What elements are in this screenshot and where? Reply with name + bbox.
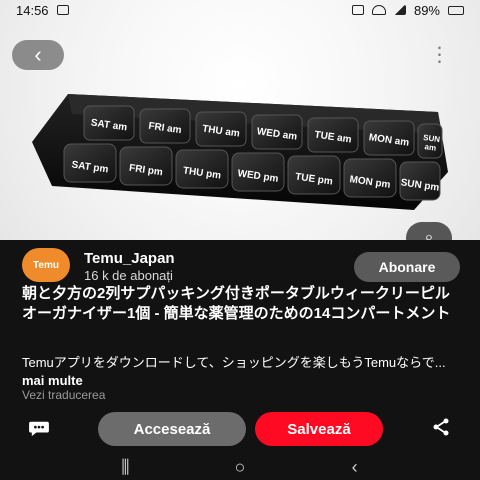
lens-search-icon: ⌕ (424, 229, 434, 240)
brand-name: Temu_Japan (84, 250, 175, 267)
avatar-brand: Temu (33, 259, 59, 271)
description-text: Temuアプリをダウンロードして、ショッピングを楽しもうTemuならで... (22, 355, 446, 370)
action-bar: Accesează Salvează (0, 408, 480, 448)
back-button[interactable]: ‹ (12, 40, 64, 70)
pill-label: SUN pm (399, 176, 441, 194)
pill-label: THU pm (182, 164, 222, 182)
access-button[interactable]: Accesează (98, 412, 246, 446)
pill-label: WED pm (236, 167, 280, 185)
pill-label: MON am (368, 131, 410, 149)
battery-icon (448, 5, 464, 15)
post-description: Temuアプリをダウンロードして、ショッピングを楽しもうTemuならで... m… (22, 354, 458, 390)
home-icon[interactable]: ○ (230, 457, 250, 477)
pill-label: FRI am (147, 120, 183, 136)
signal-icon (393, 5, 406, 15)
share-icon[interactable] (430, 416, 452, 438)
status-time: 14:56 (16, 2, 49, 18)
back-nav-icon[interactable]: ‹ (345, 457, 365, 477)
chat-bubble-icon[interactable] (27, 418, 51, 438)
post-title: 朝と夕方の2列サプパッキング付きポータブルウィークリーピルオーガナイザー1個 -… (22, 285, 451, 322)
battery-percent: 89% (413, 2, 440, 18)
product-image: SAT am FRI am THU am WED am TUE am MON a… (0, 0, 480, 240)
save-button[interactable]: Salvează (255, 412, 383, 446)
pill-label: FRI pm (128, 162, 164, 178)
wifi-icon (371, 5, 386, 15)
post-content: Temu Temu_Japan 16 k de abonați Abonare … (0, 240, 480, 480)
avatar[interactable]: Temu (22, 248, 70, 282)
pill-organizer-image: SAT am FRI am THU am WED am TUE am MON a… (28, 82, 452, 214)
pill-label: TUE pm (294, 170, 334, 188)
more-link[interactable]: mai multe (22, 373, 83, 388)
chevron-left-icon: ‹ (34, 42, 42, 67)
pill-label: WED am (256, 125, 298, 143)
follow-button[interactable]: Abonare (354, 252, 460, 282)
status-bar: 14:56 89% (0, 0, 480, 20)
more-button[interactable]: ⋮ (430, 44, 450, 66)
more-vertical-icon: ⋮ (429, 43, 451, 66)
followers-count: 16 k de abonați (84, 268, 173, 283)
pill-label: SAT am (90, 117, 128, 133)
pill-label: SAT pm (70, 158, 110, 176)
lens-search-button[interactable]: ⌕ (406, 222, 452, 240)
pill-label: SUN am (422, 132, 441, 153)
system-navbar: ⫼ ○ ‹ (0, 454, 480, 480)
recent-apps-icon[interactable]: ⫼ (115, 457, 135, 477)
lock-icon (351, 5, 364, 15)
pill-label: THU am (201, 122, 241, 140)
pill-label: MON pm (348, 173, 392, 191)
translate-link[interactable]: Vezi traducerea (22, 388, 105, 402)
profile-row: Temu Temu_Japan 16 k de abonați Abonare (22, 248, 462, 283)
gallery-icon (56, 5, 69, 15)
pill-label: TUE am (313, 128, 353, 146)
profile-text[interactable]: Temu_Japan 16 k de abonați (84, 248, 314, 283)
